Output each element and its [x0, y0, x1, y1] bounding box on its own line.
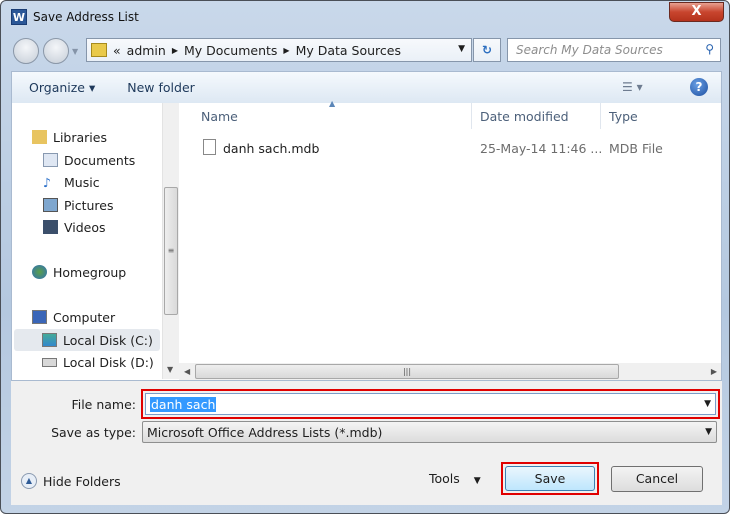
pictures-icon: [43, 198, 58, 212]
command-bar: Organize ▾ New folder ☰ ▾ ?: [11, 71, 722, 103]
column-label: Date modified: [480, 109, 569, 124]
title-bar: W Save Address List: [11, 7, 139, 27]
file-icon: [203, 139, 216, 155]
column-header-type[interactable]: Type: [601, 103, 721, 129]
chevron-right-icon[interactable]: ▶: [283, 46, 289, 55]
save-button[interactable]: Save: [505, 466, 595, 491]
sidebar-item-pictures[interactable]: Pictures: [43, 194, 114, 216]
scroll-right-icon[interactable]: ▶: [711, 367, 717, 376]
sidebar-label: Videos: [64, 219, 106, 235]
sidebar-label: Documents: [64, 152, 136, 168]
folder-icon: [91, 43, 107, 57]
new-folder-button[interactable]: New folder: [127, 80, 195, 95]
forward-button[interactable]: [43, 38, 69, 64]
sidebar-item-local-disk-d[interactable]: Local Disk (D:): [42, 351, 154, 373]
organize-button[interactable]: Organize ▾: [29, 80, 95, 95]
sidebar-scrollbar[interactable]: ≡ ▼: [162, 103, 179, 379]
file-list: Name ▲ Date modified Type danh sach.mdb 2…: [179, 99, 721, 363]
chevron-right-icon[interactable]: ▶: [172, 46, 178, 55]
chevron-up-icon: ▲: [21, 473, 37, 489]
file-type: MDB File: [609, 141, 663, 156]
column-header-name[interactable]: Name ▲: [179, 99, 472, 129]
address-dropdown-icon[interactable]: ▼: [458, 44, 465, 54]
file-name-value: danh sach: [150, 397, 217, 412]
breadcrumb-admin[interactable]: admin: [127, 43, 166, 58]
column-label: Name: [201, 109, 238, 124]
save-type-select[interactable]: Microsoft Office Address Lists (*.mdb) ▼: [142, 421, 717, 443]
sidebar-item-local-disk-c[interactable]: Local Disk (C:): [14, 329, 160, 351]
sidebar-label: Homegroup: [53, 264, 127, 280]
scroll-down-icon[interactable]: ▼: [167, 365, 173, 374]
recent-pages-dropdown[interactable]: ▼: [72, 47, 78, 56]
music-icon: ♪: [43, 175, 51, 190]
file-name-label: File name:: [71, 397, 136, 412]
chevron-down-icon[interactable]: ▼: [705, 427, 712, 437]
file-date: 25-May-14 11:46 ...: [480, 141, 603, 156]
file-name-field[interactable]: danh sach ▼: [141, 389, 720, 419]
sidebar-item-videos[interactable]: Videos: [43, 216, 106, 238]
save-button-highlight: Save: [501, 462, 599, 495]
libraries-icon: [32, 130, 47, 144]
view-options-icon[interactable]: ☰ ▾: [622, 80, 643, 94]
sidebar-item-homegroup[interactable]: Homegroup: [32, 261, 126, 283]
tools-button[interactable]: Tools ▼: [429, 471, 481, 486]
window-title: Save Address List: [33, 10, 139, 24]
file-name: danh sach.mdb: [223, 141, 320, 156]
videos-icon: [43, 220, 58, 234]
cancel-button[interactable]: Cancel: [611, 466, 703, 492]
homegroup-icon: [32, 265, 47, 279]
breadcrumb-overflow[interactable]: «: [113, 43, 121, 58]
close-button[interactable]: X: [669, 2, 724, 22]
sidebar-item-music[interactable]: ♪ Music: [43, 171, 100, 193]
search-icon[interactable]: ⚲: [705, 42, 714, 56]
computer-icon: [32, 310, 47, 324]
hide-folders-label: Hide Folders: [43, 473, 121, 489]
save-dialog: W Save Address List X ▼ « admin ▶ My Docu…: [0, 0, 730, 514]
column-header-date[interactable]: Date modified: [472, 103, 601, 129]
column-label: Type: [609, 109, 638, 124]
navigation-pane: Libraries Documents ♪ Music Pictures Vide…: [12, 103, 162, 379]
scrollbar-thumb[interactable]: |||: [195, 364, 619, 379]
chevron-down-icon: ▼: [473, 476, 481, 486]
refresh-button[interactable]: ↻: [473, 38, 501, 62]
breadcrumb-my-data-sources[interactable]: My Data Sources: [296, 43, 401, 58]
chevron-down-icon[interactable]: ▼: [704, 399, 711, 409]
sort-ascending-icon: ▲: [329, 99, 336, 108]
sidebar-item-documents[interactable]: Documents: [43, 149, 135, 171]
hide-folders-button[interactable]: ▲ Hide Folders: [21, 473, 121, 489]
browser-pane: Libraries Documents ♪ Music Pictures Vide…: [11, 99, 722, 381]
file-name-input[interactable]: danh sach ▼: [145, 393, 716, 415]
search-placeholder: Search My Data Sources: [516, 43, 663, 57]
save-type-value: Microsoft Office Address Lists (*.mdb): [147, 425, 383, 440]
breadcrumb-my-documents[interactable]: My Documents: [184, 43, 277, 58]
sidebar-label: Computer: [53, 309, 116, 325]
scroll-left-icon[interactable]: ◀: [184, 367, 190, 376]
help-icon[interactable]: ?: [690, 78, 708, 96]
horizontal-scrollbar[interactable]: ◀ ||| ▶: [179, 363, 721, 380]
sidebar-label: Local Disk (D:): [63, 354, 154, 370]
search-input[interactable]: Search My Data Sources ⚲: [507, 38, 721, 62]
drive-icon: [42, 357, 57, 367]
back-button[interactable]: [13, 38, 39, 64]
word-app-icon: W: [11, 9, 27, 25]
sidebar-label: Libraries: [53, 129, 107, 145]
sidebar-label: Music: [64, 174, 100, 190]
sidebar-item-libraries[interactable]: Libraries: [32, 126, 107, 148]
tools-label: Tools: [429, 471, 460, 486]
save-options-panel: File name: danh sach ▼ Save as type: Mic…: [11, 381, 722, 505]
sidebar-label: Local Disk (C:): [63, 332, 153, 348]
sidebar-item-computer[interactable]: Computer: [32, 306, 115, 328]
documents-icon: [43, 153, 58, 167]
file-row[interactable]: danh sach.mdb 25-May-14 11:46 ... MDB Fi…: [179, 137, 721, 159]
save-type-label: Save as type:: [51, 425, 136, 440]
scrollbar-thumb[interactable]: ≡: [164, 187, 178, 315]
drive-icon: [42, 333, 57, 347]
sidebar-label: Pictures: [64, 197, 114, 213]
address-bar[interactable]: « admin ▶ My Documents ▶ My Data Sources ▼: [86, 38, 472, 62]
